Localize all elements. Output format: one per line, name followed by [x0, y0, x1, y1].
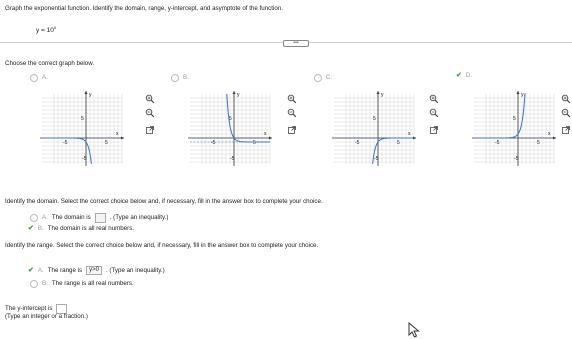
- y-tick-neg5: -5: [514, 156, 519, 162]
- y-axis-label: y: [89, 92, 92, 98]
- y-axis-label: y: [381, 92, 384, 98]
- domain-b-text: The domain is all real numbers.: [47, 225, 135, 232]
- zoom-in-icon[interactable]: [561, 94, 571, 104]
- graph-grid: [42, 94, 123, 164]
- divider-handle[interactable]: •••: [283, 40, 309, 47]
- x-arrow-icon: [121, 136, 124, 140]
- y-arrow-icon: [84, 91, 88, 94]
- graph-d[interactable]: yx5-5-5 5: [470, 88, 558, 168]
- zoom-in-icon[interactable]: [429, 94, 439, 104]
- x-tick-5: 5: [105, 140, 108, 146]
- range-b-letter: B.: [42, 280, 48, 287]
- y-tick-5: 5: [513, 116, 516, 122]
- equation-base: y = 10: [36, 27, 54, 35]
- x-tick-5: 5: [253, 140, 256, 146]
- option-a-radio[interactable]: [30, 74, 38, 82]
- x-tick-neg5: -5: [63, 140, 68, 146]
- range-a-letter: A.: [37, 266, 44, 274]
- x-arrow-icon: [269, 136, 272, 140]
- x-tick-5: 5: [537, 140, 540, 146]
- option-c-radio[interactable]: [314, 74, 322, 82]
- y-tick-neg5: -5: [82, 156, 87, 162]
- range-b-text: The range is all real numbers.: [51, 280, 134, 287]
- equation: y = 10x: [36, 24, 56, 35]
- zoom-in-icon[interactable]: [287, 94, 297, 104]
- graph-prompt: Choose the correct graph below.: [5, 60, 95, 67]
- popout-icon[interactable]: [287, 125, 297, 135]
- intercept-hint: (Type an integer or a fraction.): [5, 313, 88, 320]
- checkmark-icon: ✔: [28, 225, 34, 232]
- domain-a-text: The domain is: [51, 214, 91, 221]
- x-tick-5: 5: [397, 140, 400, 146]
- equation-exponent: x: [53, 25, 57, 30]
- graph-option-c[interactable]: C.: [314, 74, 332, 82]
- option-a-label: A.: [42, 74, 48, 81]
- x-arrow-icon: [553, 136, 556, 140]
- y-arrow-icon: [376, 91, 380, 94]
- popout-icon[interactable]: [145, 125, 155, 135]
- option-c-label: C.: [326, 74, 333, 81]
- option-b-label: B.: [183, 74, 189, 81]
- x-tick-neg5: -5: [495, 140, 500, 146]
- domain-prompt: Identify the domain. Select the correct …: [5, 198, 323, 205]
- mouse-cursor-icon: [408, 322, 420, 338]
- domain-a-hint: . (Type an inequality.): [109, 214, 169, 221]
- y-tick-5: 5: [81, 116, 84, 122]
- graph-grid: [190, 94, 271, 164]
- graph-a[interactable]: yx5-5-5 5: [38, 88, 126, 168]
- range-choice-a[interactable]: ✔ A. The range is y>0 . (Type an inequal…: [28, 266, 165, 275]
- x-tick-neg5: -5: [211, 140, 216, 146]
- range-answer-box[interactable]: y>0: [86, 266, 102, 275]
- y-arrow-icon: [232, 91, 236, 94]
- range-a-text: The range is: [47, 266, 83, 274]
- graph-option-b[interactable]: B.: [171, 74, 189, 82]
- question-instruction: Graph the exponential function. Identify…: [5, 5, 283, 12]
- graph-option-a[interactable]: A.: [30, 74, 48, 82]
- zoom-out-icon[interactable]: [561, 108, 571, 118]
- graph-option-d[interactable]: ✔ D.: [456, 72, 472, 80]
- checkmark-icon: ✔: [456, 72, 462, 79]
- y-tick-neg5: -5: [374, 156, 379, 162]
- zoom-out-icon[interactable]: [429, 108, 439, 118]
- graph-grid: [474, 94, 555, 164]
- domain-choice-b[interactable]: ✔ B. The domain is all real numbers.: [28, 225, 134, 233]
- domain-a-radio[interactable]: [30, 214, 38, 222]
- range-a-hint: . (Type an inequality.): [105, 266, 165, 274]
- y-tick-5: 5: [373, 116, 376, 122]
- domain-choice-a[interactable]: A. The domain is . (Type an inequality.): [30, 213, 168, 223]
- option-d-label: D.: [465, 72, 473, 79]
- graph-c[interactable]: yx5-5-5 5: [330, 88, 418, 168]
- popout-icon[interactable]: [429, 125, 439, 135]
- y-axis-label: y: [237, 92, 240, 98]
- range-prompt: Identify the range. Select the correct c…: [5, 242, 319, 249]
- zoom-out-icon[interactable]: [287, 108, 297, 118]
- graph-b[interactable]: yx5-5-5 5: [186, 88, 274, 168]
- y-axis-label: y: [521, 92, 524, 98]
- y-arrow-icon: [516, 91, 520, 94]
- domain-answer-box[interactable]: [94, 213, 106, 223]
- checkmark-icon: ✔: [28, 266, 34, 274]
- domain-b-letter: B.: [37, 225, 44, 232]
- zoom-out-icon[interactable]: [145, 108, 155, 118]
- intercept-prompt: The y-intercept is: [5, 305, 53, 312]
- domain-a-letter: A.: [42, 214, 48, 221]
- range-b-radio[interactable]: [30, 280, 38, 288]
- x-tick-neg5: -5: [355, 140, 360, 146]
- range-choice-b[interactable]: B. The range is all real numbers.: [30, 280, 134, 288]
- option-b-radio[interactable]: [171, 74, 179, 82]
- popout-icon[interactable]: [561, 125, 571, 135]
- y-tick-neg5: -5: [230, 156, 235, 162]
- zoom-in-icon[interactable]: [145, 94, 155, 104]
